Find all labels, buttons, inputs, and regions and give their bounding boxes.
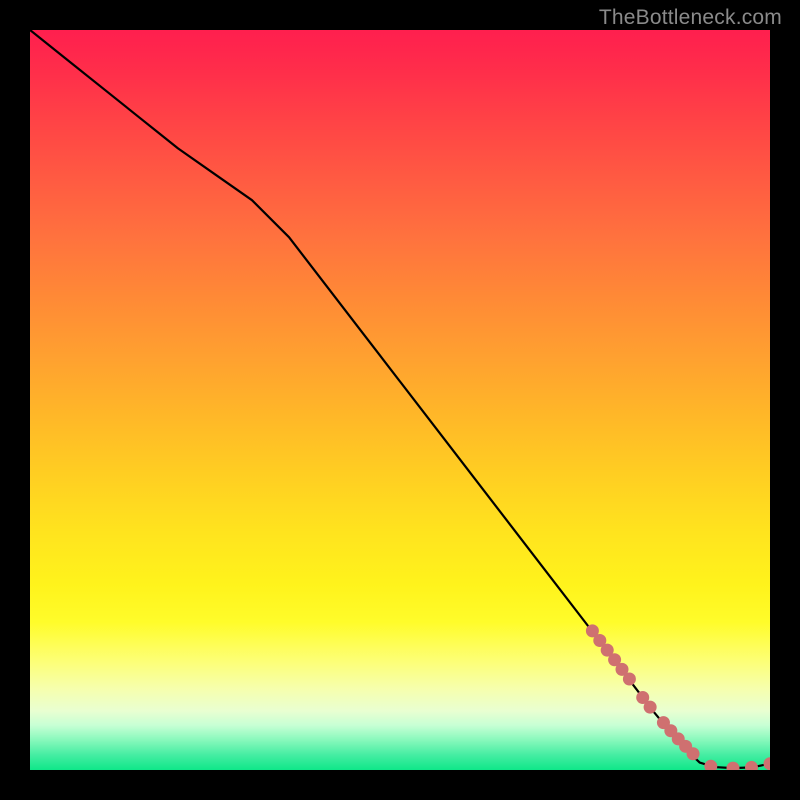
attribution-label: TheBottleneck.com <box>599 6 782 30</box>
chart-overlay-svg <box>30 30 770 770</box>
curve-marker <box>745 761 758 770</box>
curve-marker <box>623 672 636 685</box>
curve-marker <box>764 757 771 770</box>
curve-marker <box>727 762 740 770</box>
curve-markers <box>586 624 770 770</box>
chart-stage: TheBottleneck.com <box>0 0 800 800</box>
curve-marker <box>687 747 700 760</box>
plot-area <box>30 30 770 770</box>
bottleneck-curve <box>30 30 770 768</box>
curve-marker <box>704 760 717 770</box>
curve-marker <box>644 701 657 714</box>
